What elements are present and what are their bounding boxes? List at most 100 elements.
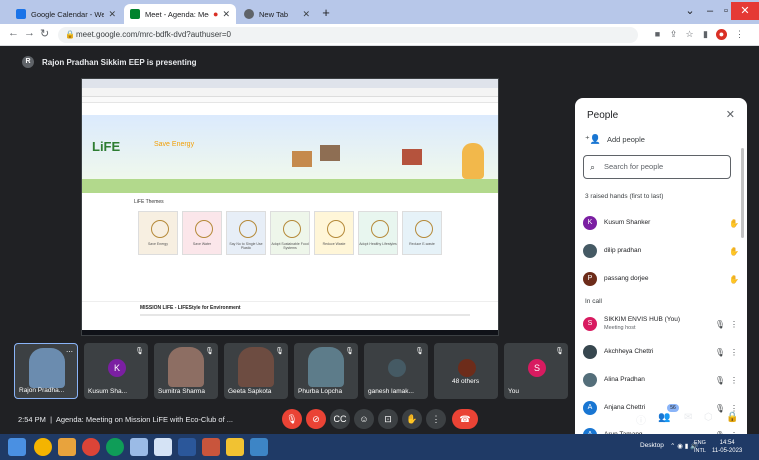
close-icon[interactable]: ✕ — [726, 108, 735, 121]
side-panel-icon[interactable]: ▮ — [700, 29, 711, 40]
app-icon[interactable] — [154, 438, 172, 456]
more-options-icon[interactable]: ⋮ — [734, 29, 745, 40]
language-indicator[interactable]: ENG INTL — [694, 439, 706, 455]
close-icon[interactable]: ✕ — [302, 9, 310, 20]
self-tile[interactable]: S 🎙 You — [504, 343, 568, 399]
bookmark-star-icon[interactable]: ☆ — [684, 29, 695, 40]
participant-row[interactable]: Alina Pradhan 🎙 ⋮ — [583, 369, 741, 391]
participant-tile[interactable]: 🎙 ganesh lamak... — [364, 343, 428, 399]
more-options-icon[interactable]: ⋮ — [727, 376, 741, 385]
mic-off-icon: 🎙 — [205, 348, 214, 355]
app-icon[interactable] — [202, 438, 220, 456]
mic-toggle-button[interactable]: 🎙 — [282, 409, 302, 429]
captions-button[interactable]: CC — [330, 409, 350, 429]
raised-hand-icon[interactable]: ✋ — [727, 275, 741, 284]
more-options-button[interactable]: ⋮ — [426, 409, 446, 429]
panel-scrollbar[interactable] — [741, 148, 744, 238]
tab-new-tab[interactable]: New Tab ✕ — [238, 4, 316, 24]
present-button[interactable]: ⊡ — [378, 409, 398, 429]
new-tab-button[interactable]: + — [318, 5, 334, 21]
theme-card: Adopt Sustainable Food Systems — [270, 211, 310, 255]
people-panel: People ✕ ⁺👤 Add people ⌕ Search for peop… — [575, 98, 747, 446]
tab-google-calendar[interactable]: Google Calendar - Week of Ma ✕ — [10, 4, 122, 24]
people-icon[interactable]: 👥 — [658, 412, 670, 423]
avatar — [583, 345, 597, 359]
participant-row[interactable]: S SIKKIM ENVIS HUB (You) Meeting host 🎙 … — [583, 313, 741, 335]
in-call-label: In call — [585, 298, 602, 305]
chrome-icon[interactable] — [82, 438, 100, 456]
system-clock[interactable]: 14:54 11-05-2023 — [712, 439, 742, 455]
more-options-icon[interactable]: ⋯ — [66, 348, 73, 356]
activities-icon[interactable]: ⬡ — [704, 412, 713, 423]
shared-browser-tabs — [82, 79, 498, 88]
word-icon[interactable] — [178, 438, 196, 456]
participant-row[interactable]: K Kusum Shanker ✋ — [583, 212, 741, 234]
tab-meet[interactable]: Meet - Agenda: Meeting on ● ✕ — [124, 4, 236, 24]
app-icon[interactable] — [250, 438, 268, 456]
window-close-button[interactable]: ✕ — [731, 2, 759, 20]
meet-icon — [130, 9, 140, 19]
raised-hands-label: 3 raised hands (first to last) — [585, 193, 664, 200]
reload-icon[interactable]: ↻ — [40, 27, 49, 40]
info-icon[interactable]: ⓘ — [636, 412, 646, 427]
more-options-icon[interactable]: ⋮ — [727, 320, 741, 329]
participant-name: Anjana Chettri — [604, 404, 646, 411]
raised-hand-icon[interactable]: ✋ — [727, 247, 741, 256]
chrome-icon[interactable] — [106, 438, 124, 456]
life-hero-banner: LiFE Save Energy — [82, 115, 498, 193]
more-options-icon[interactable]: ⋮ — [727, 348, 741, 357]
search-placeholder: Search for people — [604, 162, 664, 171]
search-people-input[interactable]: ⌕ Search for people — [583, 155, 731, 179]
add-people-label: Add people — [606, 135, 645, 144]
url-field[interactable]: 🔒 meet.google.com/mrc-bdfk-dvd?authuser=… — [58, 27, 638, 43]
back-arrow-icon[interactable]: ← — [8, 27, 19, 39]
participant-tile[interactable]: K 🎙 Kusum Sha... — [84, 343, 148, 399]
add-people-button[interactable]: ⁺👤 Add people — [585, 134, 645, 145]
host-controls-icon[interactable]: 🔒 — [726, 412, 738, 423]
participant-row[interactable]: dilip pradhan ✋ — [583, 240, 741, 262]
participant-tile[interactable]: 🎙 Geeta Sapkota — [224, 343, 288, 399]
profile-dropdown-icon[interactable]: ⌄ — [680, 2, 700, 20]
camera-toggle-button[interactable]: ⊘ — [306, 409, 326, 429]
chrome-icon[interactable] — [34, 438, 52, 456]
app-icon[interactable] — [226, 438, 244, 456]
theme-card: Say No to Single Use Plastic — [226, 211, 266, 255]
people-count-badge: 56 — [667, 404, 679, 412]
camera-off-icon: ⊘ — [312, 414, 320, 424]
participant-tile[interactable]: ⋯ Rajon Pradha... — [14, 343, 78, 399]
participant-row[interactable]: P passang dorjee ✋ — [583, 268, 741, 290]
tab-title: Google Calendar - Week of Ma — [31, 9, 105, 19]
participant-video — [308, 347, 344, 387]
avatar: S — [583, 317, 597, 331]
leave-call-button[interactable]: ☎ — [452, 409, 478, 429]
file-explorer-icon[interactable] — [58, 438, 76, 456]
raised-hand-icon[interactable]: ✋ — [727, 219, 741, 228]
others-tile[interactable]: 48 others — [434, 343, 498, 399]
reactions-button[interactable]: ☺ — [354, 409, 374, 429]
close-icon[interactable]: ✕ — [108, 9, 116, 20]
shared-taskbar — [82, 330, 498, 335]
participant-name: SIKKIM ENVIS HUB (You) Meeting host — [604, 316, 713, 332]
participant-tile[interactable]: 🎙 Phurba Lopcha — [294, 343, 358, 399]
share-icon[interactable]: ⇪ — [668, 29, 679, 40]
chat-icon[interactable]: ✉ — [684, 412, 692, 423]
tile-name: Rajon Pradha... — [19, 387, 65, 394]
start-icon[interactable] — [8, 438, 26, 456]
mic-off-icon: 🎙 — [286, 414, 298, 424]
app-icon[interactable] — [130, 438, 148, 456]
save-energy-tag: Save Energy — [154, 141, 195, 148]
life-themes-section: LiFE Themes Save Energy Save Water Say N… — [82, 193, 498, 283]
desktop-toolbar[interactable]: Desktop — [640, 442, 664, 449]
browser-tab-strip: Google Calendar - Week of Ma ✕ Meet - Ag… — [0, 0, 759, 24]
mission-text-line — [140, 314, 470, 316]
close-icon[interactable]: ✕ — [222, 9, 230, 20]
captions-icon: CC — [333, 414, 347, 424]
participant-row[interactable]: Akchheya Chettri 🎙 ⋮ — [583, 341, 741, 363]
camera-icon[interactable]: ■ — [652, 29, 663, 40]
raise-hand-button[interactable]: ✋ — [402, 409, 422, 429]
participant-video — [29, 348, 65, 388]
participant-tile[interactable]: 🎙 Sumitra Sharma — [154, 343, 218, 399]
participant-name: dilip pradhan — [604, 247, 642, 254]
forward-arrow-icon[interactable]: → — [24, 27, 35, 39]
profile-avatar-icon[interactable]: ● — [716, 29, 727, 40]
